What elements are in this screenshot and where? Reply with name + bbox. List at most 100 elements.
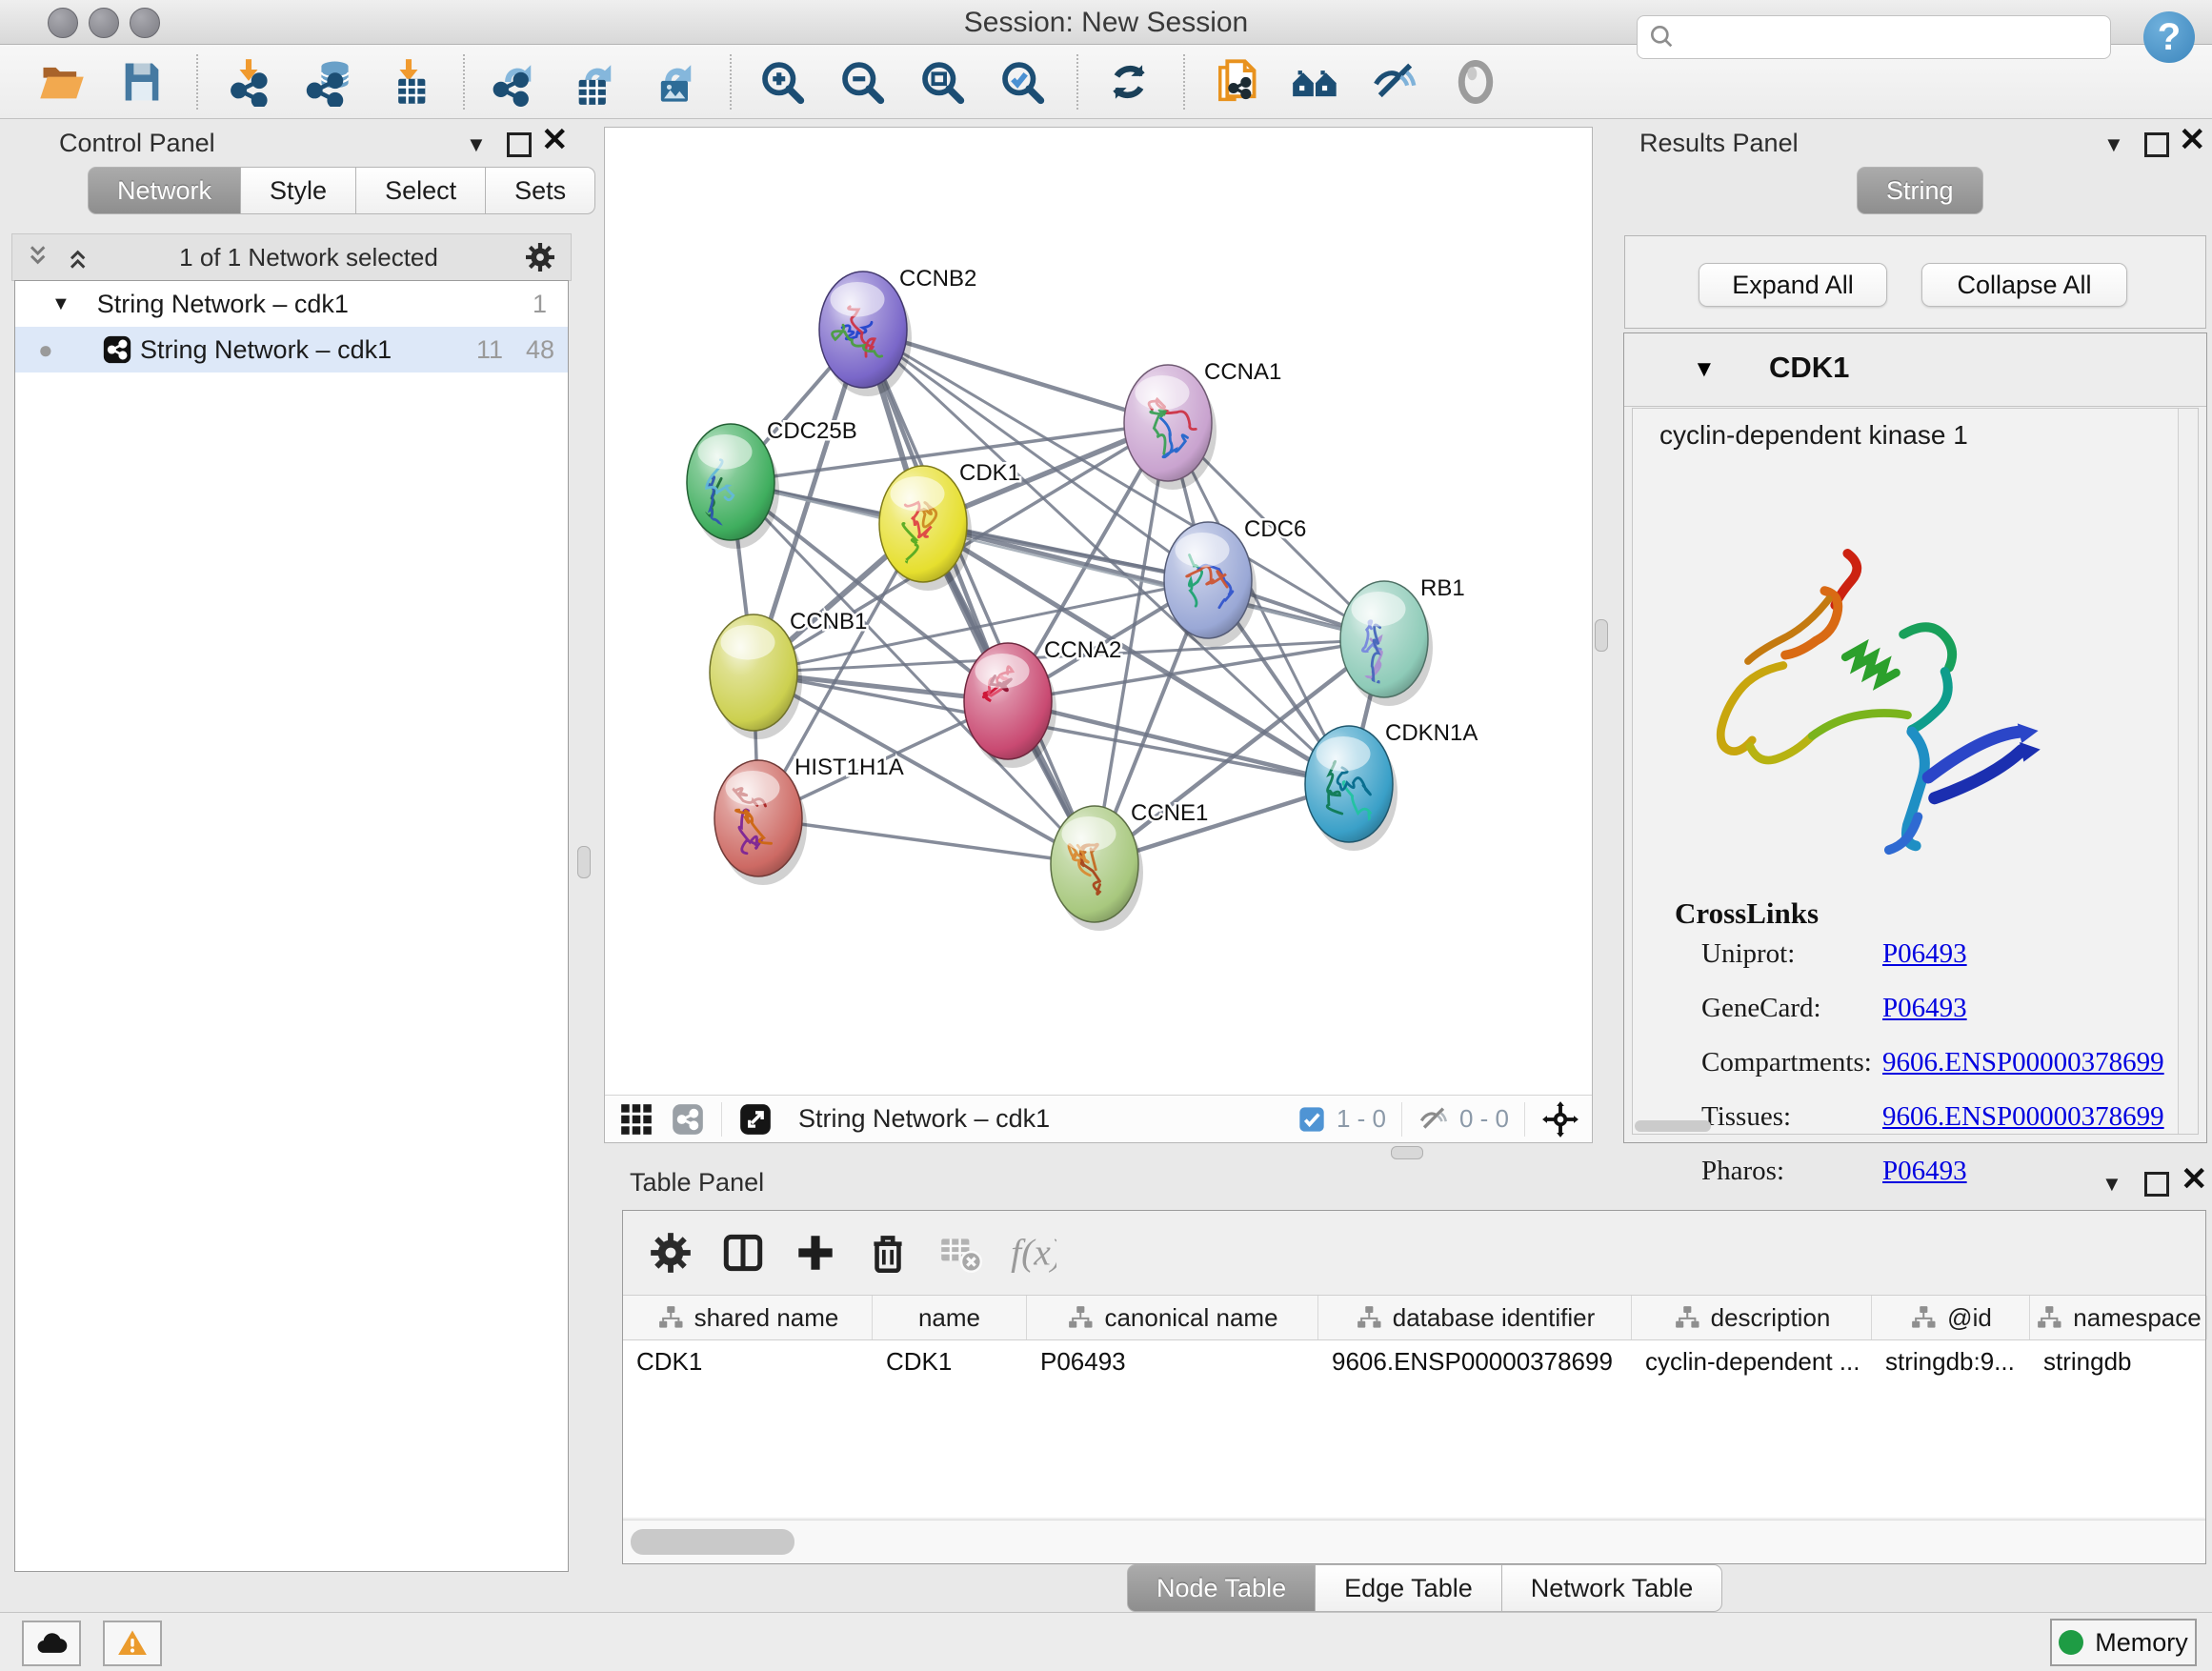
- save-session-button[interactable]: [112, 51, 171, 112]
- ghost-eye-button[interactable]: [1446, 51, 1505, 112]
- node-HIST1H1A[interactable]: HIST1H1A: [714, 755, 904, 885]
- expand-all-icon[interactable]: [64, 242, 94, 272]
- network-row[interactable]: ● String Network – cdk1 11 48: [15, 327, 568, 372]
- zoom-selected-button[interactable]: [993, 51, 1052, 112]
- node-CDKN1A[interactable]: CDKN1A: [1305, 720, 1478, 851]
- panel-menu-caret-icon[interactable]: ▼: [466, 132, 487, 157]
- edge-CCNA2-CDKN1A[interactable]: [1008, 701, 1349, 784]
- bottom-splitter-grip[interactable]: [1391, 1146, 1423, 1159]
- tab-node-table[interactable]: Node Table: [1127, 1564, 1316, 1612]
- import-network-file-button[interactable]: [219, 51, 278, 112]
- search-input[interactable]: [1678, 17, 2110, 57]
- tab-select[interactable]: Select: [356, 167, 486, 214]
- panel-float-icon[interactable]: [507, 132, 532, 157]
- column-header-database-identifier[interactable]: database identifier: [1318, 1296, 1632, 1339]
- node-label-HIST1H1A: HIST1H1A: [794, 755, 904, 780]
- tree-caret-icon[interactable]: ▼: [51, 293, 70, 315]
- zoom-in-button[interactable]: [753, 51, 812, 112]
- tab-network[interactable]: Network: [88, 167, 241, 214]
- column-header-canonical-name[interactable]: canonical name: [1027, 1296, 1318, 1339]
- delete-column-button[interactable]: [857, 1222, 918, 1283]
- crosslink-link[interactable]: 9606.ENSP00000378699: [1882, 1047, 2164, 1078]
- results-hscroll-thumb[interactable]: [1635, 1120, 1711, 1132]
- tab-style[interactable]: Style: [241, 167, 356, 214]
- crosslink-link[interactable]: P06493: [1882, 938, 1967, 970]
- export-network-button[interactable]: [486, 51, 545, 112]
- open-session-button[interactable]: [32, 51, 91, 112]
- panel-menu-caret-icon[interactable]: ▼: [2103, 132, 2124, 157]
- search-box[interactable]: [1637, 15, 2111, 59]
- crosslink-link[interactable]: P06493: [1882, 993, 1967, 1024]
- table-hscrollbar[interactable]: [623, 1520, 2205, 1563]
- delete-table-button[interactable]: [930, 1222, 991, 1283]
- export-image-button[interactable]: [646, 51, 705, 112]
- edge-CCNB2-CCNE1[interactable]: [863, 330, 1095, 864]
- table-gear-button[interactable]: [640, 1222, 701, 1283]
- expand-all-button[interactable]: Expand All: [1699, 263, 1887, 307]
- crosslink-link[interactable]: 9606.ENSP00000378699: [1882, 1101, 2164, 1133]
- node-CCNB2[interactable]: CCNB2: [819, 266, 976, 396]
- string-document-button[interactable]: [1206, 51, 1265, 112]
- gear-icon[interactable]: [523, 240, 557, 274]
- fit-navigate-crosshair-icon[interactable]: [1540, 1099, 1580, 1139]
- column-header-description[interactable]: description: [1632, 1296, 1872, 1339]
- hide-graphics-button[interactable]: [1366, 51, 1425, 112]
- add-column-button[interactable]: [785, 1222, 846, 1283]
- panel-float-icon[interactable]: [2144, 132, 2169, 157]
- node-CCNA1[interactable]: CCNA1: [1124, 359, 1281, 490]
- panel-close-icon[interactable]: ✕: [2179, 131, 2206, 150]
- tab-network-table[interactable]: Network Table: [1502, 1564, 1723, 1612]
- toolbar-separator: [1076, 54, 1078, 110]
- home-button[interactable]: [1286, 51, 1345, 112]
- node-CDC25B[interactable]: CDC25B: [687, 418, 857, 549]
- refresh-icon: [1104, 57, 1154, 107]
- export-table-button[interactable]: [566, 51, 625, 112]
- right-splitter-grip[interactable]: [1595, 619, 1608, 652]
- results-scrollbar-track[interactable]: [2178, 409, 2198, 1134]
- tab-string[interactable]: String: [1857, 167, 1983, 214]
- zoom-out-button[interactable]: [833, 51, 892, 112]
- results-panel-tab: String: [1857, 167, 1983, 214]
- memory-button[interactable]: Memory: [2050, 1619, 2197, 1666]
- node-RB1[interactable]: RB1: [1340, 575, 1465, 706]
- network-view[interactable]: CCNB2CCNA1CDC25BCDK1CDC6RB1CCNB1CCNA2CDK…: [604, 127, 1593, 1143]
- selected-checkbox-icon[interactable]: [1297, 1104, 1327, 1135]
- help-button[interactable]: ?: [2143, 11, 2195, 63]
- column-header-name[interactable]: name: [873, 1296, 1027, 1339]
- import-table-button[interactable]: [379, 51, 438, 112]
- warning-button[interactable]: [103, 1621, 162, 1666]
- node-CCNE1[interactable]: CCNE1: [1051, 800, 1208, 931]
- show-column-button[interactable]: [713, 1222, 774, 1283]
- node-description: cyclin-dependent kinase 1: [1659, 420, 1968, 451]
- collapse-all-icon[interactable]: [24, 242, 54, 272]
- memory-status-dot: [2059, 1630, 2083, 1655]
- collapse-all-button[interactable]: Collapse All: [1921, 263, 2127, 307]
- table-hscroll-thumb[interactable]: [631, 1529, 794, 1555]
- detach-view-icon[interactable]: [737, 1101, 774, 1137]
- grid-view-icon[interactable]: [618, 1101, 654, 1137]
- tab-edge-table[interactable]: Edge Table: [1316, 1564, 1502, 1612]
- column-header-namespace[interactable]: namespace: [2030, 1296, 2207, 1339]
- function-builder-button[interactable]: f(x): [1002, 1222, 1063, 1283]
- node-section-header[interactable]: ▼ CDK1: [1624, 333, 2206, 407]
- tab-sets[interactable]: Sets: [486, 167, 595, 214]
- panel-menu-caret-icon[interactable]: ▼: [2101, 1172, 2122, 1197]
- left-splitter-grip[interactable]: [577, 846, 591, 878]
- edge-HIST1H1A-CCNE1[interactable]: [758, 818, 1095, 864]
- string-view-icon[interactable]: [670, 1101, 706, 1137]
- cloud-button[interactable]: [22, 1621, 81, 1666]
- node-CCNB1[interactable]: CCNB1: [710, 609, 867, 739]
- panel-close-icon[interactable]: ✕: [2181, 1170, 2208, 1189]
- panel-close-icon[interactable]: ✕: [541, 131, 569, 150]
- network-collection-row[interactable]: ▼ String Network – cdk1 1: [15, 281, 568, 327]
- refresh-button[interactable]: [1099, 51, 1158, 112]
- section-caret-icon[interactable]: ▼: [1693, 356, 1716, 383]
- node-label-CDC25B: CDC25B: [767, 418, 857, 444]
- zoom-fit-button[interactable]: [913, 51, 972, 112]
- network-canvas[interactable]: CCNB2CCNA1CDC25BCDK1CDC6RB1CCNB1CCNA2CDK…: [605, 128, 1592, 1095]
- column-header-shared-name[interactable]: shared name: [623, 1296, 873, 1339]
- import-network-database-button[interactable]: [299, 51, 358, 112]
- table-row[interactable]: CDK1CDK1P064939606.ENSP00000378699cyclin…: [623, 1340, 2205, 1382]
- panel-float-icon[interactable]: [2144, 1172, 2169, 1197]
- column-header--id[interactable]: @id: [1872, 1296, 2030, 1339]
